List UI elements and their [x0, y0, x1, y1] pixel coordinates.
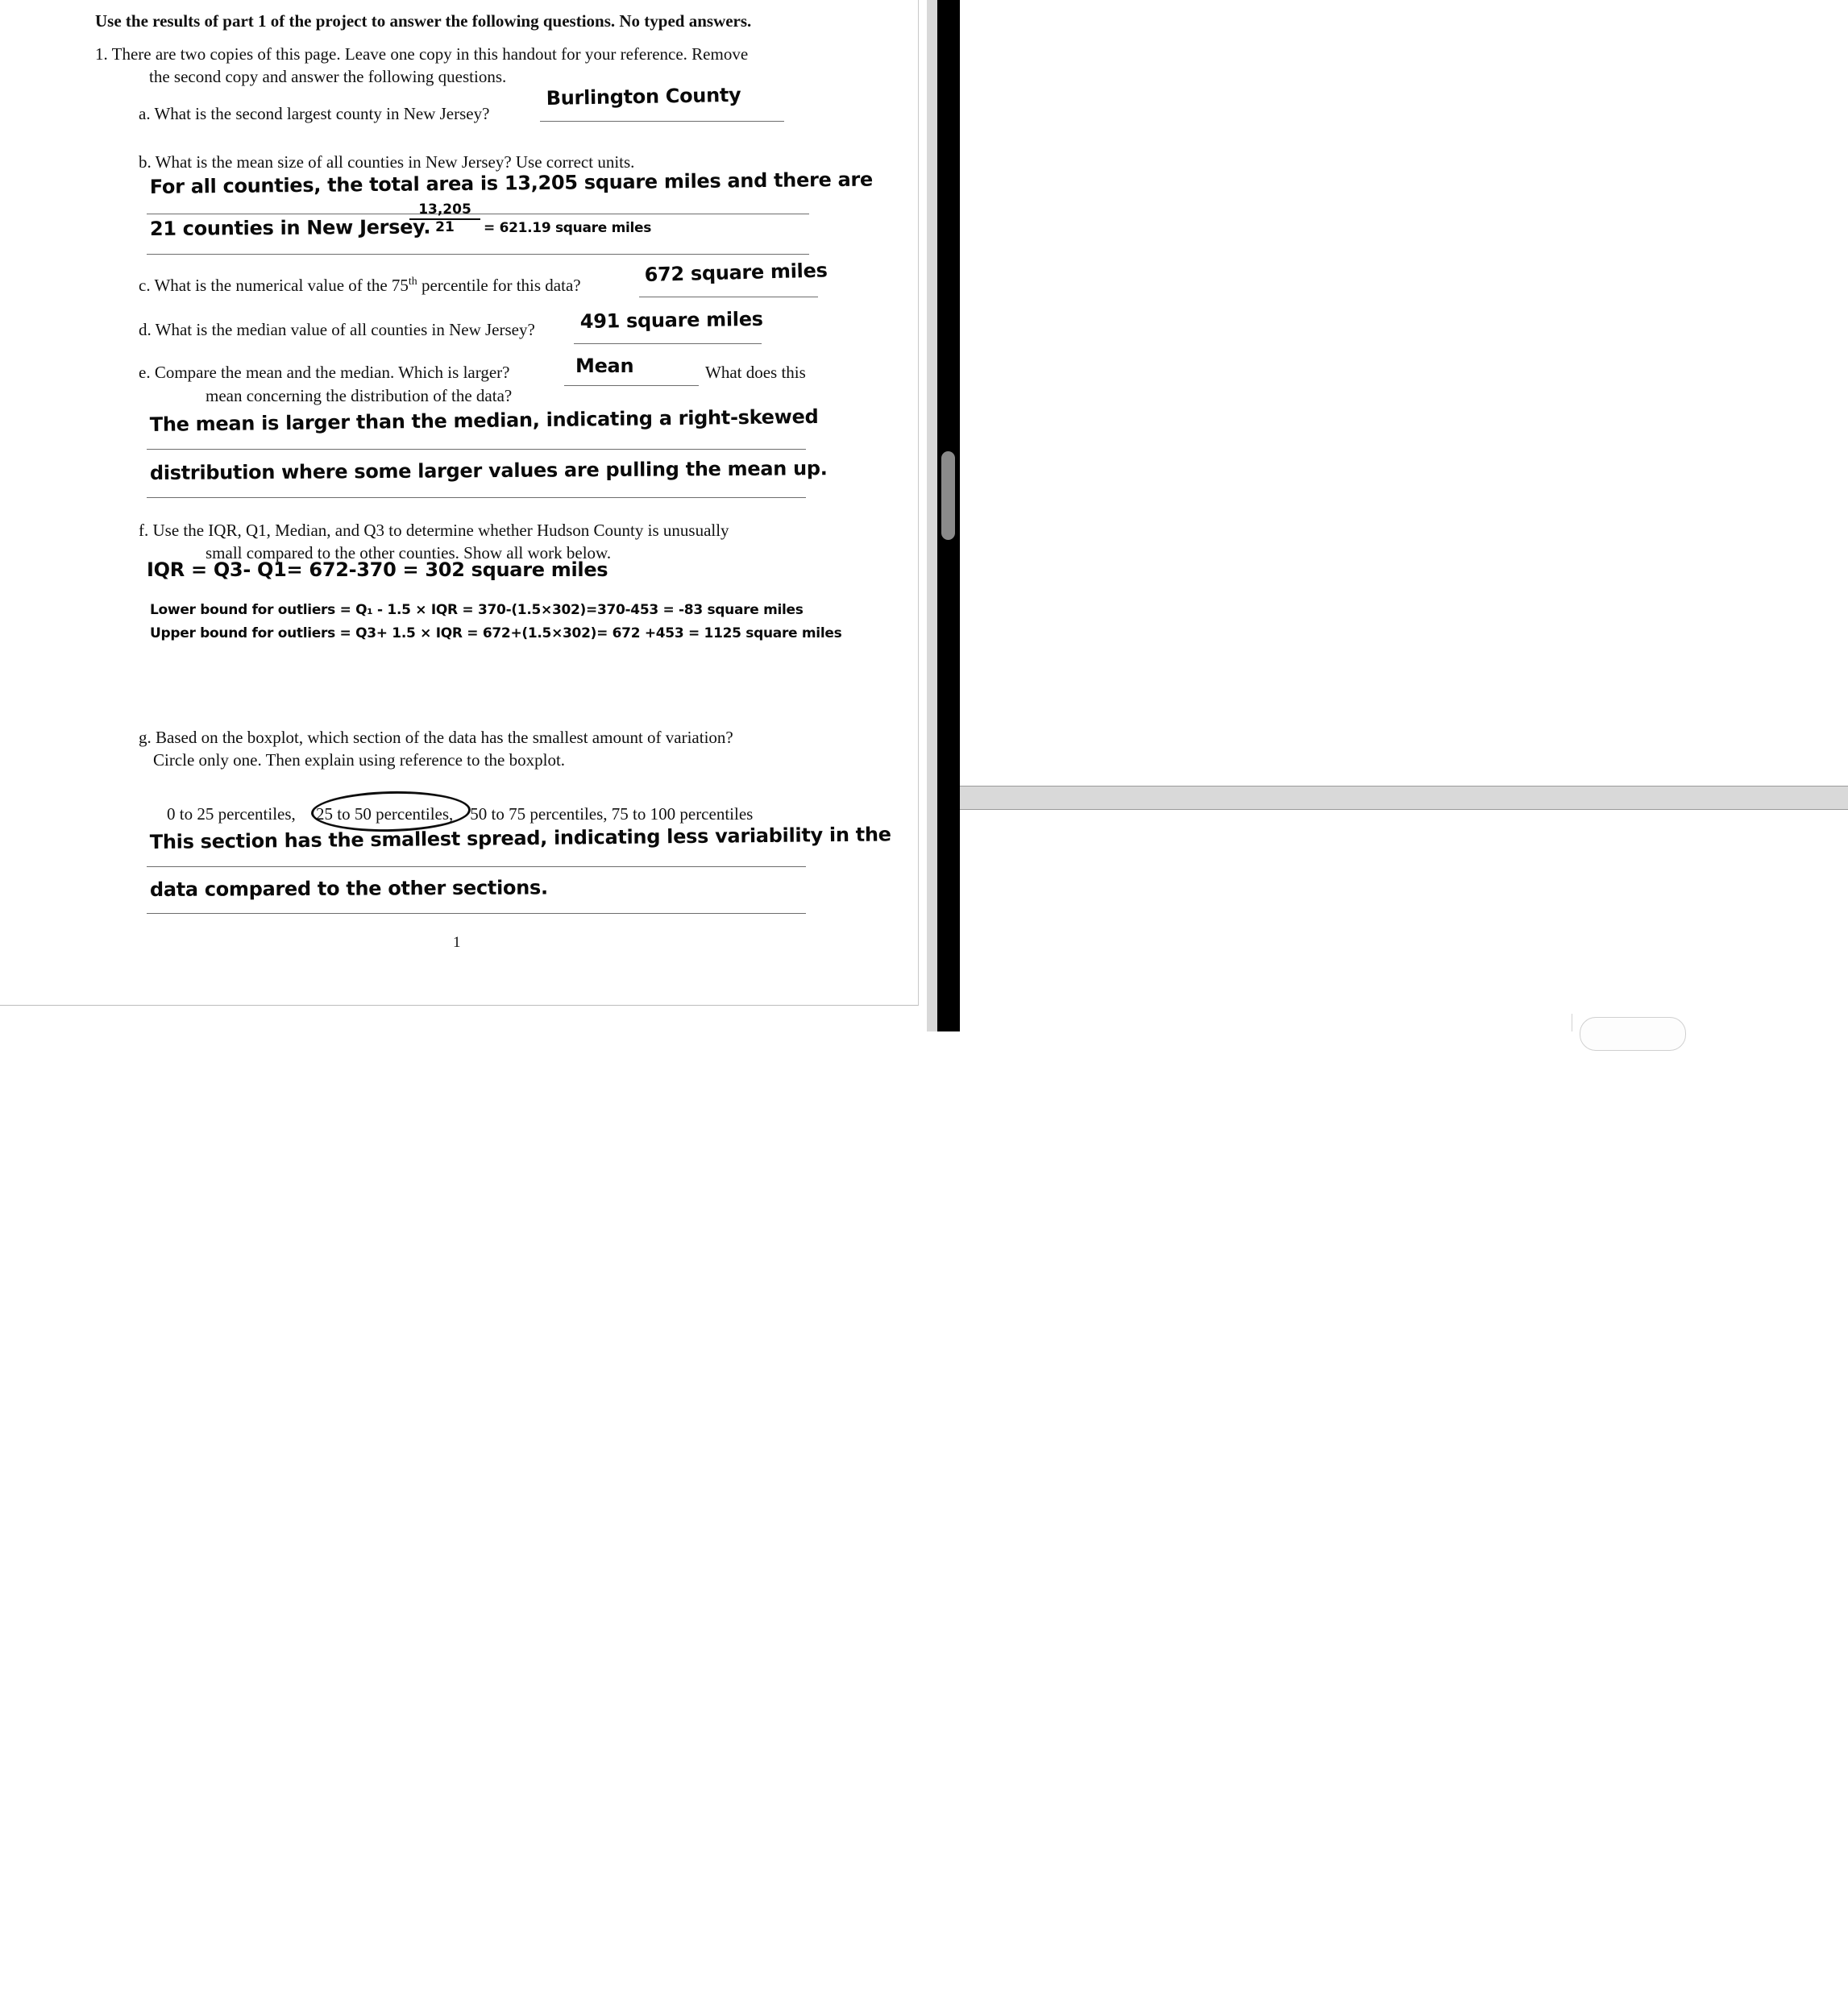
answer-1f-work-iqr: IQR = Q3- Q1= 672-370 = 302 square miles: [147, 558, 608, 581]
answer-line-1d: [574, 343, 762, 344]
answer-line-1g-work-1: [147, 866, 806, 867]
fraction-numerator: 13,205: [418, 201, 471, 218]
answer-1b-fraction: 13,205 21: [409, 201, 480, 235]
question-1b-text: b. What is the mean size of all counties…: [139, 152, 635, 172]
vertical-scrollbar-thumb[interactable]: [941, 451, 955, 540]
question-1c-superscript: th: [408, 275, 417, 287]
bottom-rounded-control[interactable]: [1580, 1017, 1686, 1051]
answer-1g-work-line-2: data compared to the other sections.: [149, 876, 548, 901]
answer-line-1e: [564, 385, 699, 386]
answer-line-1g-work-2: [147, 913, 806, 914]
question-1f-line-1-bold: unusually: [662, 521, 729, 540]
question-1e-text-part-1: e. Compare the mean and the median. Whic…: [139, 363, 510, 382]
question-1c-text: c. What is the numerical value of the 75…: [139, 274, 581, 297]
page-separator-band: [960, 786, 1848, 810]
answer-1a-handwritten: Burlington County: [546, 83, 741, 110]
question-1c-part-2: percentile for this data?: [417, 276, 581, 295]
answer-1f-work-upper-bound: Upper bound for outliers = Q3+ 1.5 × IQR…: [150, 625, 842, 641]
question-1f-text-line-1: f. Use the IQR, Q1, Median, and Q3 to de…: [139, 519, 729, 542]
question-1g-option-3[interactable]: 50 to 75 percentiles, 75 to 100 percenti…: [466, 803, 753, 825]
question-1a-text: a. What is the second largest county in …: [139, 104, 490, 123]
answer-1c-handwritten: 672 square miles: [644, 259, 828, 286]
answer-line-1a: [540, 121, 784, 122]
question-1-intro-line-2: the second copy and answer the following…: [149, 67, 507, 86]
question-1d-text: d. What is the median value of all count…: [139, 320, 535, 339]
page-number-left: 1: [453, 934, 461, 951]
answer-1f-work-lower-bound: Lower bound for outliers = Q₁ - 1.5 × IQ…: [150, 602, 804, 618]
answer-line-1b-2: [147, 254, 809, 255]
answer-1b-fraction-result: = 621.19 square miles: [484, 220, 652, 236]
answer-1b-work-line-2: 21 counties in New Jersey.: [149, 215, 431, 240]
question-1f-line-1-a: f. Use the IQR, Q1, Median, and Q3 to de…: [139, 521, 663, 540]
question-1g-text-line-2: Circle only one. Then explain using refe…: [153, 750, 566, 770]
fraction-denominator: 21: [435, 218, 455, 235]
question-1g-text-line-1: g. Based on the boxplot, which section o…: [139, 728, 733, 747]
page-heading: Use the results of part 1 of the project…: [95, 11, 752, 31]
document-page-right-bottom: 4. On an earlier problem in the project,…: [960, 810, 1848, 1031]
question-1g-option-1[interactable]: 0 to 25 percentiles,: [167, 803, 296, 825]
document-page-right-top: not exceed the smallest county in Wyomin…: [960, 0, 1848, 786]
question-1-intro-line-1: 1. There are two copies of this page. Le…: [95, 44, 749, 64]
answer-1d-handwritten: 491 square miles: [579, 307, 763, 333]
app-root: Use the results of part 1 of the project…: [0, 0, 1848, 1051]
question-1c-part-1: c. What is the numerical value of the 75: [139, 276, 409, 295]
answer-line-1e-work-1: [147, 449, 806, 450]
question-1e-text-part-2: What does this: [705, 363, 806, 382]
question-1e-text-line-2: mean concerning the distribution of the …: [206, 386, 513, 405]
answer-1e-handwritten: Mean: [575, 355, 634, 377]
answer-line-1e-work-2: [147, 497, 806, 498]
answer-1e-work-line-2: distribution where some larger values ar…: [149, 457, 828, 484]
document-page-left: Use the results of part 1 of the project…: [0, 0, 935, 1031]
